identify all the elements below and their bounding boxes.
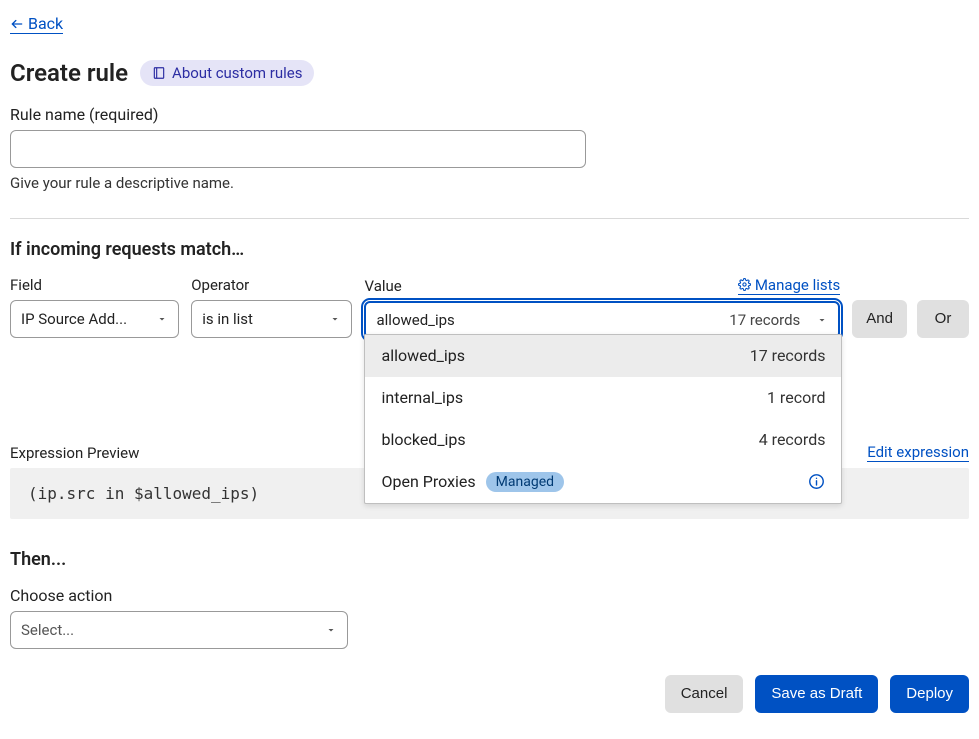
arrow-left-icon	[10, 17, 24, 31]
expression-preview-label: Expression Preview	[10, 444, 139, 462]
value-option[interactable]: blocked_ips 4 records	[365, 419, 841, 461]
value-selected-count: 17 records	[729, 311, 800, 329]
match-heading: If incoming requests match…	[10, 239, 969, 260]
manage-lists-link[interactable]: Manage lists	[738, 276, 840, 295]
option-name: Open Proxies	[381, 472, 475, 491]
save-draft-button[interactable]: Save as Draft	[755, 675, 878, 713]
caret-down-icon	[816, 314, 828, 326]
divider	[10, 218, 969, 219]
gear-icon	[738, 278, 751, 291]
rule-name-label: Rule name (required)	[10, 105, 969, 124]
rule-name-input[interactable]	[10, 130, 586, 168]
option-right: 4 records	[759, 430, 826, 449]
edit-expression-link[interactable]: Edit expression	[867, 443, 969, 462]
option-right: 1 record	[767, 388, 826, 407]
back-label: Back	[28, 14, 63, 33]
caret-down-icon	[325, 624, 337, 636]
deploy-button[interactable]: Deploy	[890, 675, 969, 713]
about-custom-rules-link[interactable]: About custom rules	[140, 60, 314, 86]
info-icon[interactable]	[808, 473, 825, 490]
field-label: Field	[10, 276, 179, 294]
caret-down-icon	[329, 313, 341, 325]
and-button[interactable]: And	[852, 300, 907, 338]
field-value: IP Source Add...	[21, 310, 127, 328]
about-label: About custom rules	[172, 64, 302, 82]
value-option[interactable]: allowed_ips 17 records	[365, 335, 841, 377]
value-option[interactable]: internal_ips 1 record	[365, 377, 841, 419]
action-select[interactable]: Select...	[10, 611, 348, 649]
operator-select[interactable]: is in list	[191, 300, 352, 338]
option-name: blocked_ips	[381, 430, 465, 449]
managed-badge: Managed	[486, 472, 564, 492]
manage-lists-label: Manage lists	[755, 276, 840, 294]
cancel-button[interactable]: Cancel	[665, 675, 744, 713]
choose-action-label: Choose action	[10, 586, 969, 605]
value-option[interactable]: Open Proxies Managed	[365, 461, 841, 503]
or-button[interactable]: Or	[917, 300, 969, 338]
field-select[interactable]: IP Source Add...	[10, 300, 179, 338]
value-select[interactable]: allowed_ips 17 records	[364, 301, 840, 339]
value-selected-name: allowed_ips	[376, 311, 454, 329]
book-icon	[152, 66, 166, 80]
caret-down-icon	[156, 313, 168, 325]
page-title: Create rule	[10, 59, 128, 87]
value-label: Value	[364, 277, 401, 295]
value-dropdown: allowed_ips 17 records internal_ips 1 re…	[364, 334, 842, 504]
option-name: allowed_ips	[381, 346, 465, 365]
rule-name-helper: Give your rule a descriptive name.	[10, 174, 969, 192]
operator-label: Operator	[191, 276, 352, 294]
operator-value: is in list	[202, 310, 253, 328]
option-right: 17 records	[750, 346, 826, 365]
option-name: internal_ips	[381, 388, 463, 407]
action-placeholder: Select...	[21, 621, 74, 639]
then-heading: Then...	[10, 549, 969, 570]
back-link[interactable]: Back	[10, 14, 63, 34]
